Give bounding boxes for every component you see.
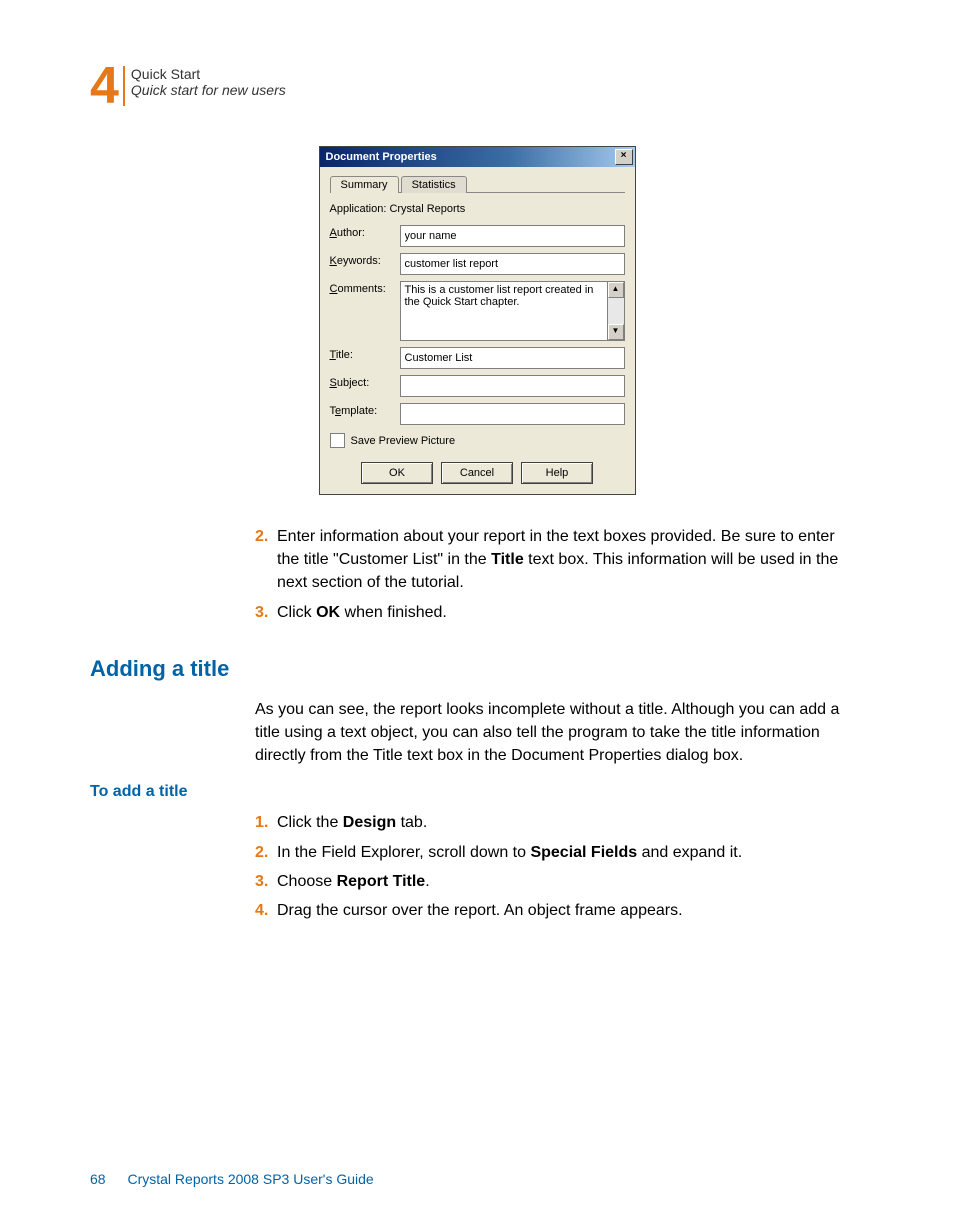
step-text: Click the Design tab. bbox=[277, 811, 844, 834]
ok-button[interactable]: OK bbox=[361, 462, 433, 484]
application-label: Application: bbox=[330, 203, 387, 215]
chapter-title: Quick Start bbox=[131, 60, 286, 82]
dialog-body: Summary Statistics Application: Crystal … bbox=[320, 167, 635, 494]
steps-list: 1. Click the Design tab. 2. In the Field… bbox=[255, 811, 844, 922]
page-number: 68 bbox=[90, 1171, 106, 1187]
keywords-label: Keywords: bbox=[330, 253, 400, 267]
keywords-input[interactable] bbox=[400, 253, 625, 275]
template-label: Template: bbox=[330, 403, 400, 417]
step-number: 3. bbox=[255, 870, 277, 893]
list-item: 4. Drag the cursor over the report. An o… bbox=[255, 899, 844, 922]
subject-label: Subject: bbox=[330, 375, 400, 389]
list-item: 3. Choose Report Title. bbox=[255, 870, 844, 893]
help-button[interactable]: Help bbox=[521, 462, 593, 484]
save-preview-checkbox[interactable] bbox=[330, 433, 345, 448]
author-row: Author: bbox=[330, 225, 625, 247]
chapter-header: 4 Quick Start Quick start for new users bbox=[90, 60, 864, 112]
chapter-number: 4 bbox=[90, 60, 119, 112]
chapter-subtitle: Quick start for new users bbox=[131, 82, 286, 98]
save-preview-row[interactable]: Save Preview Picture bbox=[330, 433, 625, 448]
subject-row: Subject: bbox=[330, 375, 625, 397]
step-number: 3. bbox=[255, 601, 277, 624]
section-paragraph: As you can see, the report looks incompl… bbox=[255, 698, 844, 768]
close-icon[interactable]: × bbox=[615, 149, 633, 165]
dialog-buttons: OK Cancel Help bbox=[330, 462, 625, 484]
template-input[interactable] bbox=[400, 403, 625, 425]
template-row: Template: bbox=[330, 403, 625, 425]
section-body: As you can see, the report looks incompl… bbox=[255, 698, 844, 768]
title-label: Title: bbox=[330, 347, 400, 361]
application-value: Crystal Reports bbox=[389, 203, 465, 215]
author-label: Author: bbox=[330, 225, 400, 239]
keywords-row: Keywords: bbox=[330, 253, 625, 275]
content: 2. Enter information about your report i… bbox=[255, 525, 844, 624]
step-text: Click OK when finished. bbox=[277, 601, 844, 624]
header-divider bbox=[123, 66, 125, 106]
subheading: To add a title bbox=[90, 783, 864, 801]
title-row: Title: bbox=[330, 347, 625, 369]
step-text: Drag the cursor over the report. An obje… bbox=[277, 899, 844, 922]
page-footer: 68 Crystal Reports 2008 SP3 User's Guide bbox=[90, 1171, 374, 1187]
document-properties-dialog: Document Properties × Summary Statistics… bbox=[319, 146, 636, 495]
scroll-down-icon[interactable]: ▼ bbox=[608, 324, 624, 340]
step-text: Choose Report Title. bbox=[277, 870, 844, 893]
comments-row: Comments: This is a customer list report… bbox=[330, 281, 625, 341]
step-2: 2. Enter information about your report i… bbox=[255, 525, 844, 595]
chapter-titles: Quick Start Quick start for new users bbox=[131, 60, 286, 98]
cancel-button[interactable]: Cancel bbox=[441, 462, 513, 484]
dialog-titlebar[interactable]: Document Properties × bbox=[320, 147, 635, 167]
comments-wrap: This is a customer list report created i… bbox=[400, 281, 625, 341]
comments-scrollbar[interactable]: ▲ ▼ bbox=[607, 281, 625, 341]
step-text: Enter information about your report in t… bbox=[277, 525, 844, 595]
comments-textarea[interactable]: This is a customer list report created i… bbox=[400, 281, 607, 341]
section-heading: Adding a title bbox=[90, 656, 864, 682]
list-item: 1. Click the Design tab. bbox=[255, 811, 844, 834]
comments-label: Comments: bbox=[330, 281, 400, 295]
tab-summary[interactable]: Summary bbox=[330, 176, 399, 193]
title-input[interactable] bbox=[400, 347, 625, 369]
application-line: Application: Crystal Reports bbox=[330, 203, 625, 215]
tab-statistics[interactable]: Statistics bbox=[401, 176, 467, 193]
tabs: Summary Statistics bbox=[330, 175, 625, 193]
save-preview-label: Save Preview Picture bbox=[351, 435, 456, 447]
step-number: 2. bbox=[255, 525, 277, 595]
list-item: 2. In the Field Explorer, scroll down to… bbox=[255, 841, 844, 864]
page: 4 Quick Start Quick start for new users … bbox=[0, 0, 954, 1227]
subject-input[interactable] bbox=[400, 375, 625, 397]
step-number: 4. bbox=[255, 899, 277, 922]
dialog-title: Document Properties bbox=[326, 151, 615, 163]
step-3: 3. Click OK when finished. bbox=[255, 601, 844, 624]
step-number: 1. bbox=[255, 811, 277, 834]
step-text: In the Field Explorer, scroll down to Sp… bbox=[277, 841, 844, 864]
author-input[interactable] bbox=[400, 225, 625, 247]
step-number: 2. bbox=[255, 841, 277, 864]
scroll-up-icon[interactable]: ▲ bbox=[608, 282, 624, 298]
book-title: Crystal Reports 2008 SP3 User's Guide bbox=[127, 1171, 373, 1187]
